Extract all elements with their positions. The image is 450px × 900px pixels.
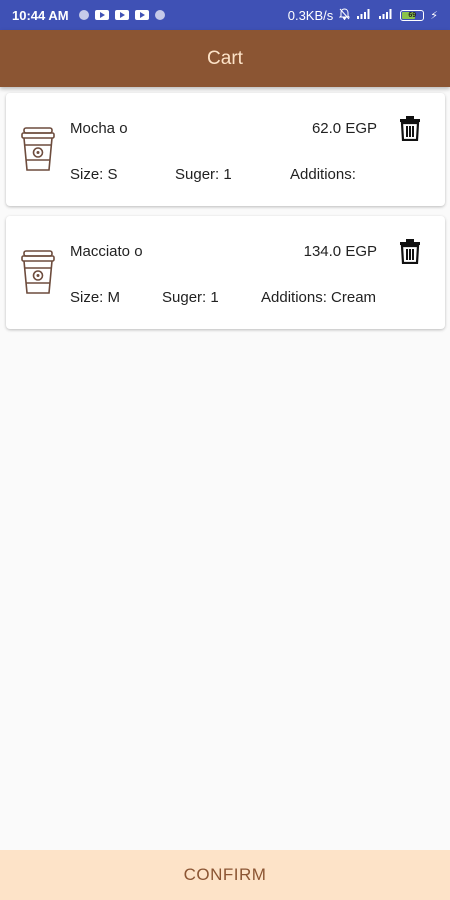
confirm-button[interactable]: CONFIRM bbox=[0, 850, 450, 900]
signal-icon bbox=[356, 8, 372, 23]
item-name: Mocha o bbox=[70, 120, 128, 137]
item-suger: Suger: 1 bbox=[162, 289, 219, 306]
item-size: Size: M bbox=[70, 289, 121, 306]
coffee-cup-icon bbox=[21, 250, 55, 294]
network-speed: 0.3KB/s bbox=[287, 7, 334, 23]
charging-icon: ⚡ bbox=[430, 9, 438, 22]
status-time: 10:44 AM bbox=[12, 7, 69, 23]
delete-icon[interactable] bbox=[399, 115, 421, 141]
item-price: 62.0 EGP bbox=[311, 120, 377, 137]
notification-dot-icon bbox=[78, 10, 89, 20]
item-additions: Additions: bbox=[290, 166, 356, 183]
cart-item[interactable]: Macciato o 134.0 EGP Size: M Suger: 1 Ad… bbox=[6, 216, 445, 329]
signal-icon bbox=[378, 8, 394, 23]
item-name: Macciato o bbox=[70, 243, 143, 260]
confirm-label: CONFIRM bbox=[183, 865, 267, 884]
youtube-icon bbox=[114, 10, 129, 20]
item-suger: Suger: 1 bbox=[175, 166, 232, 183]
item-price: 134.0 EGP bbox=[303, 243, 377, 260]
cart-item[interactable]: Mocha o 62.0 EGP Size: S Suger: 1 Additi… bbox=[6, 93, 445, 206]
item-additions: Additions: Cream bbox=[261, 289, 377, 306]
status-bar-right: 0.3KB/s 69 ⚡ bbox=[288, 8, 438, 23]
youtube-icon bbox=[94, 10, 109, 20]
status-bar: 10:44 AM 0.3KB/s 69 ⚡ bbox=[0, 0, 450, 30]
battery-level: 69 bbox=[408, 11, 417, 19]
page-title: Cart bbox=[207, 47, 243, 69]
app-bar: Cart bbox=[0, 30, 450, 87]
delete-icon[interactable] bbox=[399, 238, 421, 264]
alarm-icon bbox=[339, 7, 351, 23]
coffee-cup-icon bbox=[21, 127, 55, 171]
status-bar-left: 10:44 AM bbox=[12, 8, 165, 23]
battery-icon: 69 bbox=[400, 9, 425, 21]
youtube-icon bbox=[134, 10, 149, 20]
notification-dot-icon bbox=[154, 10, 165, 20]
item-size: Size: S bbox=[70, 166, 118, 183]
